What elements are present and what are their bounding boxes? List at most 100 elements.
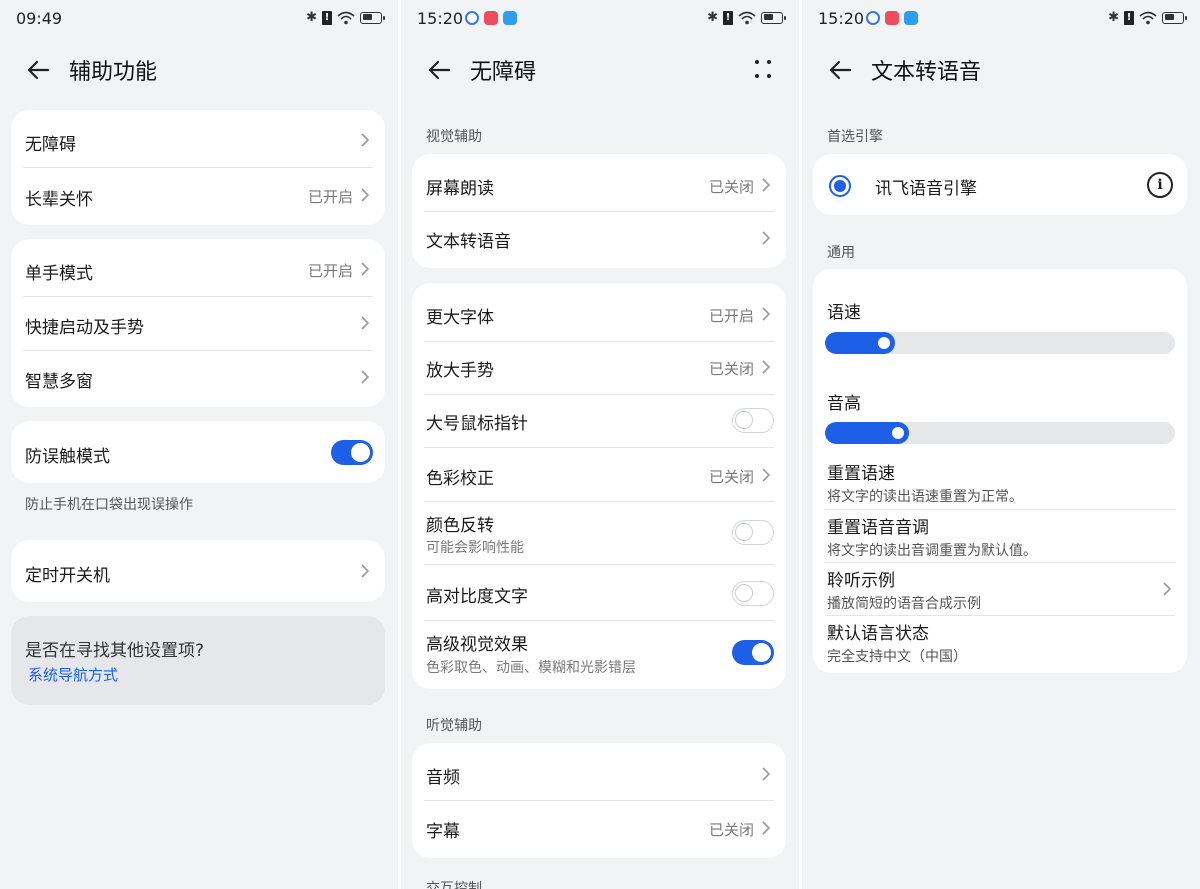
page-title: 辅助功能 bbox=[69, 60, 158, 85]
item-value: 已开启 bbox=[307, 188, 353, 206]
system-icons: ✱ ! bbox=[1108, 10, 1187, 25]
pitch-slider[interactable] bbox=[825, 422, 1175, 444]
high-contrast-toggle[interactable] bbox=[732, 581, 774, 606]
card-main-group: 无障碍 长辈关怀 已开启 bbox=[11, 110, 385, 225]
item-label: 字幕 bbox=[426, 822, 460, 842]
chevron-right-icon bbox=[1163, 582, 1172, 596]
list-item-mistouch[interactable]: 防误触模式 bbox=[11, 421, 385, 483]
panel-barrier-free: 15:20 ✱ ! 无障碍 视觉辅助 屏幕朗读 已关闭 文本转语音 更大字体 已… bbox=[401, 0, 799, 889]
search-question: 是否在寻找其他设置项? bbox=[25, 641, 205, 661]
list-item-reset-rate[interactable]: 重置语速 将文字的读出语速重置为正常。 bbox=[813, 455, 1187, 509]
item-sub: 播放简短的语音合成示例 bbox=[827, 596, 981, 612]
page-title: 文本转语音 bbox=[871, 60, 982, 85]
list-item-screen-reader[interactable]: 屏幕朗读 已关闭 bbox=[412, 154, 786, 211]
list-item-accessibility[interactable]: 无障碍 bbox=[11, 110, 385, 167]
chevron-right-icon bbox=[361, 370, 370, 384]
item-label: 重置语音音调 bbox=[827, 518, 929, 538]
mistouch-toggle[interactable] bbox=[331, 440, 373, 465]
item-label: 智慧多窗 bbox=[25, 372, 93, 392]
mistouch-note: 防止手机在口袋出现误操作 bbox=[25, 497, 193, 513]
card-mistouch: 防误触模式 bbox=[11, 421, 385, 483]
system-icons: ✱ ! bbox=[306, 10, 385, 25]
engine-radio[interactable] bbox=[829, 175, 851, 197]
list-item-elder-care[interactable]: 长辈关怀 已开启 bbox=[11, 167, 385, 225]
list-item-multi-window[interactable]: 智慧多窗 bbox=[11, 350, 385, 407]
back-arrow-icon[interactable] bbox=[826, 56, 854, 84]
item-label: 更大字体 bbox=[426, 308, 494, 328]
back-arrow-icon[interactable] bbox=[24, 56, 52, 84]
item-label: 定时开关机 bbox=[25, 566, 110, 586]
card-schedule: 定时开关机 bbox=[11, 540, 385, 602]
large-pointer-toggle[interactable] bbox=[732, 408, 774, 433]
item-label: 大号鼠标指针 bbox=[426, 414, 528, 434]
alert-icon: ! bbox=[322, 10, 332, 25]
section-hearing: 听觉辅助 bbox=[426, 718, 482, 734]
list-item-magnify-gesture[interactable]: 放大手势 已关闭 bbox=[412, 341, 786, 394]
bluetooth-icon: ✱ bbox=[306, 10, 317, 25]
speech-rate-slider[interactable] bbox=[825, 332, 1175, 354]
color-inversion-toggle[interactable] bbox=[732, 520, 774, 545]
section-interaction: 交互控制 bbox=[426, 881, 482, 889]
item-label: 长辈关怀 bbox=[25, 190, 93, 210]
engine-option-iflytek[interactable]: 讯飞语音引擎 i bbox=[813, 154, 1187, 215]
list-item-text-to-speech[interactable]: 文本转语音 bbox=[412, 211, 786, 268]
slider-thumb[interactable] bbox=[892, 427, 904, 439]
item-label: 单手模式 bbox=[25, 264, 93, 284]
header: 辅助功能 bbox=[0, 52, 398, 88]
list-item-shortcuts-gestures[interactable]: 快捷启动及手势 bbox=[11, 296, 385, 350]
item-sub: 色彩取色、动画、模糊和光影错层 bbox=[426, 660, 636, 676]
item-sub: 完全支持中文（中国） bbox=[827, 649, 967, 665]
list-item-high-contrast[interactable]: 高对比度文字 bbox=[412, 564, 786, 620]
advanced-visual-toggle[interactable] bbox=[732, 640, 774, 665]
item-value: 已开启 bbox=[708, 307, 754, 325]
red-app-icon bbox=[885, 11, 899, 25]
card-engine: 讯飞语音引擎 i bbox=[813, 154, 1187, 215]
nav-method-link[interactable]: 系统导航方式 bbox=[28, 664, 118, 685]
chevron-right-icon bbox=[762, 231, 771, 245]
wifi-icon bbox=[337, 11, 355, 24]
item-label: 屏幕朗读 bbox=[426, 179, 494, 199]
status-time: 09:49 bbox=[16, 9, 63, 28]
item-label: 文本转语音 bbox=[426, 232, 511, 252]
item-value: 已开启 bbox=[307, 262, 353, 280]
chevron-right-icon bbox=[361, 564, 370, 578]
chevron-right-icon bbox=[762, 821, 771, 835]
chevron-right-icon bbox=[361, 262, 370, 276]
list-item-one-hand[interactable]: 单手模式 已开启 bbox=[11, 239, 385, 296]
item-label: 防误触模式 bbox=[25, 447, 110, 467]
item-value: 已关闭 bbox=[708, 468, 754, 486]
card-hearing: 音频 字幕 已关闭 bbox=[412, 743, 786, 858]
list-item-advanced-visual[interactable]: 高级视觉效果 色彩取色、动画、模糊和光影错层 bbox=[412, 620, 786, 689]
battery-icon bbox=[360, 11, 385, 24]
item-label: 色彩校正 bbox=[426, 469, 494, 489]
alert-icon: ! bbox=[723, 10, 733, 25]
item-label: 颜色反转 bbox=[426, 516, 494, 536]
back-arrow-icon[interactable] bbox=[425, 56, 453, 84]
panel-text-to-speech: 15:20 ✱ ! 文本转语音 首选引擎 讯飞语音引擎 i 通用 语速 音高 重… bbox=[802, 0, 1200, 889]
list-item-larger-font[interactable]: 更大字体 已开启 bbox=[412, 283, 786, 341]
list-item-color-correction[interactable]: 色彩校正 已关闭 bbox=[412, 447, 786, 501]
list-item-audio[interactable]: 音频 bbox=[412, 743, 786, 800]
more-options-icon[interactable] bbox=[753, 58, 773, 80]
item-label: 聆听示例 bbox=[827, 571, 895, 591]
info-icon[interactable]: i bbox=[1147, 172, 1173, 198]
item-value: 已关闭 bbox=[708, 821, 754, 839]
alert-icon: ! bbox=[1124, 10, 1134, 25]
notification-icons bbox=[866, 11, 918, 25]
item-label: 重置语速 bbox=[827, 464, 895, 484]
list-item-large-pointer[interactable]: 大号鼠标指针 bbox=[412, 394, 786, 447]
card-visual-2: 更大字体 已开启 放大手势 已关闭 大号鼠标指针 色彩校正 已关闭 颜色反转 可… bbox=[412, 283, 786, 689]
slider-thumb[interactable] bbox=[878, 337, 890, 349]
list-item-reset-pitch[interactable]: 重置语音音调 将文字的读出音调重置为默认值。 bbox=[813, 509, 1187, 562]
status-bar: 15:20 ✱ ! bbox=[401, 0, 799, 38]
list-item-default-language[interactable]: 默认语言状态 完全支持中文（中国） bbox=[813, 615, 1187, 673]
list-item-captions[interactable]: 字幕 已关闭 bbox=[412, 800, 786, 858]
list-item-scheduled-power[interactable]: 定时开关机 bbox=[11, 540, 385, 602]
list-item-listen-sample[interactable]: 聆听示例 播放简短的语音合成示例 bbox=[813, 562, 1187, 615]
status-time: 15:20 bbox=[417, 9, 464, 28]
item-label: 高对比度文字 bbox=[426, 587, 528, 607]
toggle-knob bbox=[735, 523, 753, 541]
list-item-color-inversion[interactable]: 颜色反转 可能会影响性能 bbox=[412, 501, 786, 564]
header: 文本转语音 bbox=[802, 52, 1200, 88]
chevron-right-icon bbox=[361, 316, 370, 330]
